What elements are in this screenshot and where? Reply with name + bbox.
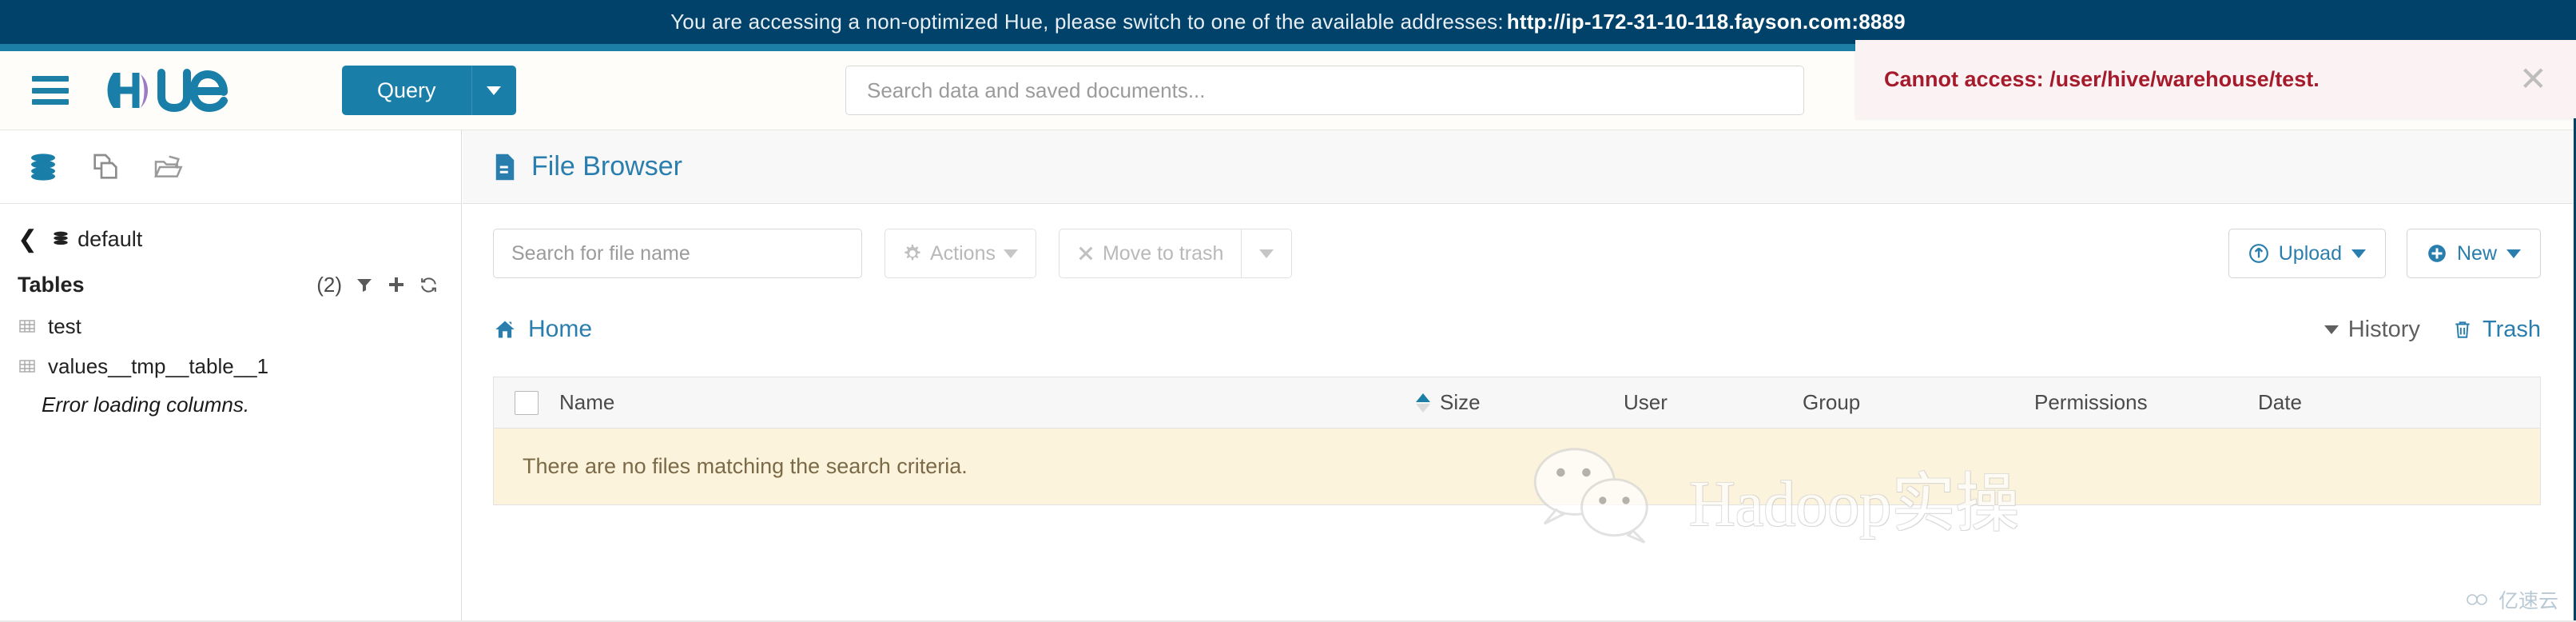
file-table: Name Size User Group Permissions Date Th…	[493, 377, 2541, 505]
empty-state-row: There are no files matching the search c…	[494, 429, 2540, 505]
app-root: You are accessing a non-optimized Hue, p…	[0, 0, 2576, 622]
sidebar-icon-bar	[0, 130, 461, 204]
column-header-permissions[interactable]: Permissions	[2034, 390, 2258, 415]
documents-icon[interactable]	[85, 146, 126, 188]
select-all-cell	[494, 390, 559, 415]
trash-label: Trash	[2482, 316, 2541, 342]
sidebar-database-name: default	[78, 226, 143, 251]
query-dropdown-toggle[interactable]	[471, 66, 516, 115]
refresh-glyph	[421, 277, 436, 293]
sidebar-table-item[interactable]: values__tmp__table__1	[0, 346, 461, 386]
hamburger-icon[interactable]	[32, 76, 69, 105]
documents-glyph	[93, 154, 117, 179]
new-button-label: New	[2456, 241, 2497, 265]
column-header-group[interactable]: Group	[1803, 390, 2034, 415]
table-icon	[19, 320, 35, 333]
add-icon[interactable]	[387, 275, 406, 294]
column-header-size-label: Size	[1440, 390, 1481, 414]
caret-down-icon	[1003, 249, 1018, 258]
banner-text: You are accessing a non-optimized Hue, p…	[670, 10, 1906, 34]
page-header: File Browser	[463, 130, 2576, 204]
refresh-icon[interactable]	[419, 275, 439, 295]
new-button[interactable]: New	[2406, 229, 2541, 278]
sidebar-database-row[interactable]: ❮ default	[0, 215, 461, 263]
main-content: File Browser Actions Move to trash	[463, 130, 2576, 622]
select-all-checkbox[interactable]	[515, 390, 539, 415]
non-optimized-banner: You are accessing a non-optimized Hue, p…	[0, 0, 2576, 44]
close-x-icon	[1079, 246, 1093, 261]
move-to-trash-button[interactable]: Move to trash	[1058, 229, 1242, 278]
database-small-icon	[54, 231, 68, 245]
database-glyph	[31, 153, 55, 181]
history-label: History	[2347, 316, 2420, 342]
caret-down-icon	[2324, 325, 2339, 334]
database-icon[interactable]	[22, 146, 64, 188]
actions-button-label: Actions	[930, 241, 996, 265]
move-to-trash-label: Move to trash	[1102, 241, 1224, 265]
breadcrumb-home-label: Home	[528, 316, 593, 342]
home-icon	[495, 321, 515, 338]
file-search-input[interactable]	[493, 229, 862, 278]
sidebar-table-name: test	[48, 313, 81, 338]
sidebar-error-text: Error loading columns.	[42, 393, 250, 417]
error-toast-message: Cannot access: /user/hive/warehouse/test…	[1884, 66, 2320, 91]
chevron-left-icon[interactable]: ❮	[18, 225, 38, 253]
query-button-label: Query	[377, 78, 436, 102]
table-icon	[19, 360, 35, 373]
breadcrumb: Home History Trash	[463, 300, 2576, 359]
actions-button[interactable]: Actions	[885, 229, 1036, 278]
caret-down-icon	[2506, 249, 2521, 258]
upload-button-label: Upload	[2278, 241, 2342, 265]
caret-down-icon	[487, 86, 502, 95]
file-toolbar: Actions Move to trash Upload	[463, 215, 2576, 292]
file-icon	[495, 154, 515, 180]
breadcrumb-home[interactable]: Home	[493, 316, 592, 343]
toolbar-right-group: Upload New	[2228, 229, 2576, 278]
sidebar-table-name: values__tmp__table__1	[48, 353, 269, 378]
query-button-group: Query	[342, 66, 516, 115]
column-header-size[interactable]: Size	[1416, 390, 1624, 415]
plus-glyph	[389, 277, 403, 292]
sidebar-table-item[interactable]: test	[0, 306, 461, 346]
move-to-trash-dropdown[interactable]	[1241, 229, 1293, 278]
global-search-input[interactable]	[845, 66, 1804, 115]
query-button[interactable]: Query	[342, 66, 471, 115]
caret-down-icon	[2351, 249, 2366, 258]
history-dropdown[interactable]: History	[2324, 317, 2420, 343]
column-header-user[interactable]: User	[1624, 390, 1803, 415]
upload-circle-icon	[2248, 244, 2268, 263]
banner-message: You are accessing a non-optimized Hue, p…	[670, 10, 1504, 34]
upload-button[interactable]: Upload	[2228, 229, 2386, 278]
error-toast: Cannot access: /user/hive/warehouse/test…	[1855, 40, 2576, 118]
hue-logo-icon	[107, 69, 228, 113]
filter-icon[interactable]	[355, 275, 374, 294]
empty-state-message: There are no files matching the search c…	[523, 454, 968, 478]
trash-icon	[2455, 321, 2470, 338]
page-title: File Browser	[531, 151, 682, 181]
file-table-header: Name Size User Group Permissions Date	[494, 377, 2540, 429]
column-header-date[interactable]: Date	[2258, 390, 2540, 415]
trash-link[interactable]: Trash	[2452, 317, 2541, 343]
sidebar-tables-header: Tables (2)	[0, 263, 461, 306]
sort-arrows-icon	[1416, 393, 1430, 413]
left-sidebar: ❮ default Tables (2) test values__tmp__t…	[0, 130, 462, 622]
filter-glyph	[357, 279, 372, 292]
close-icon[interactable]: ✕	[2519, 62, 2547, 96]
open-folder-icon[interactable]	[147, 146, 189, 188]
hue-logo[interactable]	[104, 68, 264, 113]
banner-url[interactable]: http://ip-172-31-10-118.fayson.com:8889	[1507, 10, 1906, 34]
gear-icon	[904, 245, 920, 261]
caret-down-icon	[1259, 249, 1274, 258]
open-folder-glyph	[154, 154, 183, 177]
sidebar-tables-label: Tables	[18, 272, 85, 297]
plus-circle-icon	[2428, 245, 2446, 262]
column-header-name[interactable]: Name	[559, 390, 1416, 415]
sidebar-tables-count: (2)	[316, 272, 342, 297]
